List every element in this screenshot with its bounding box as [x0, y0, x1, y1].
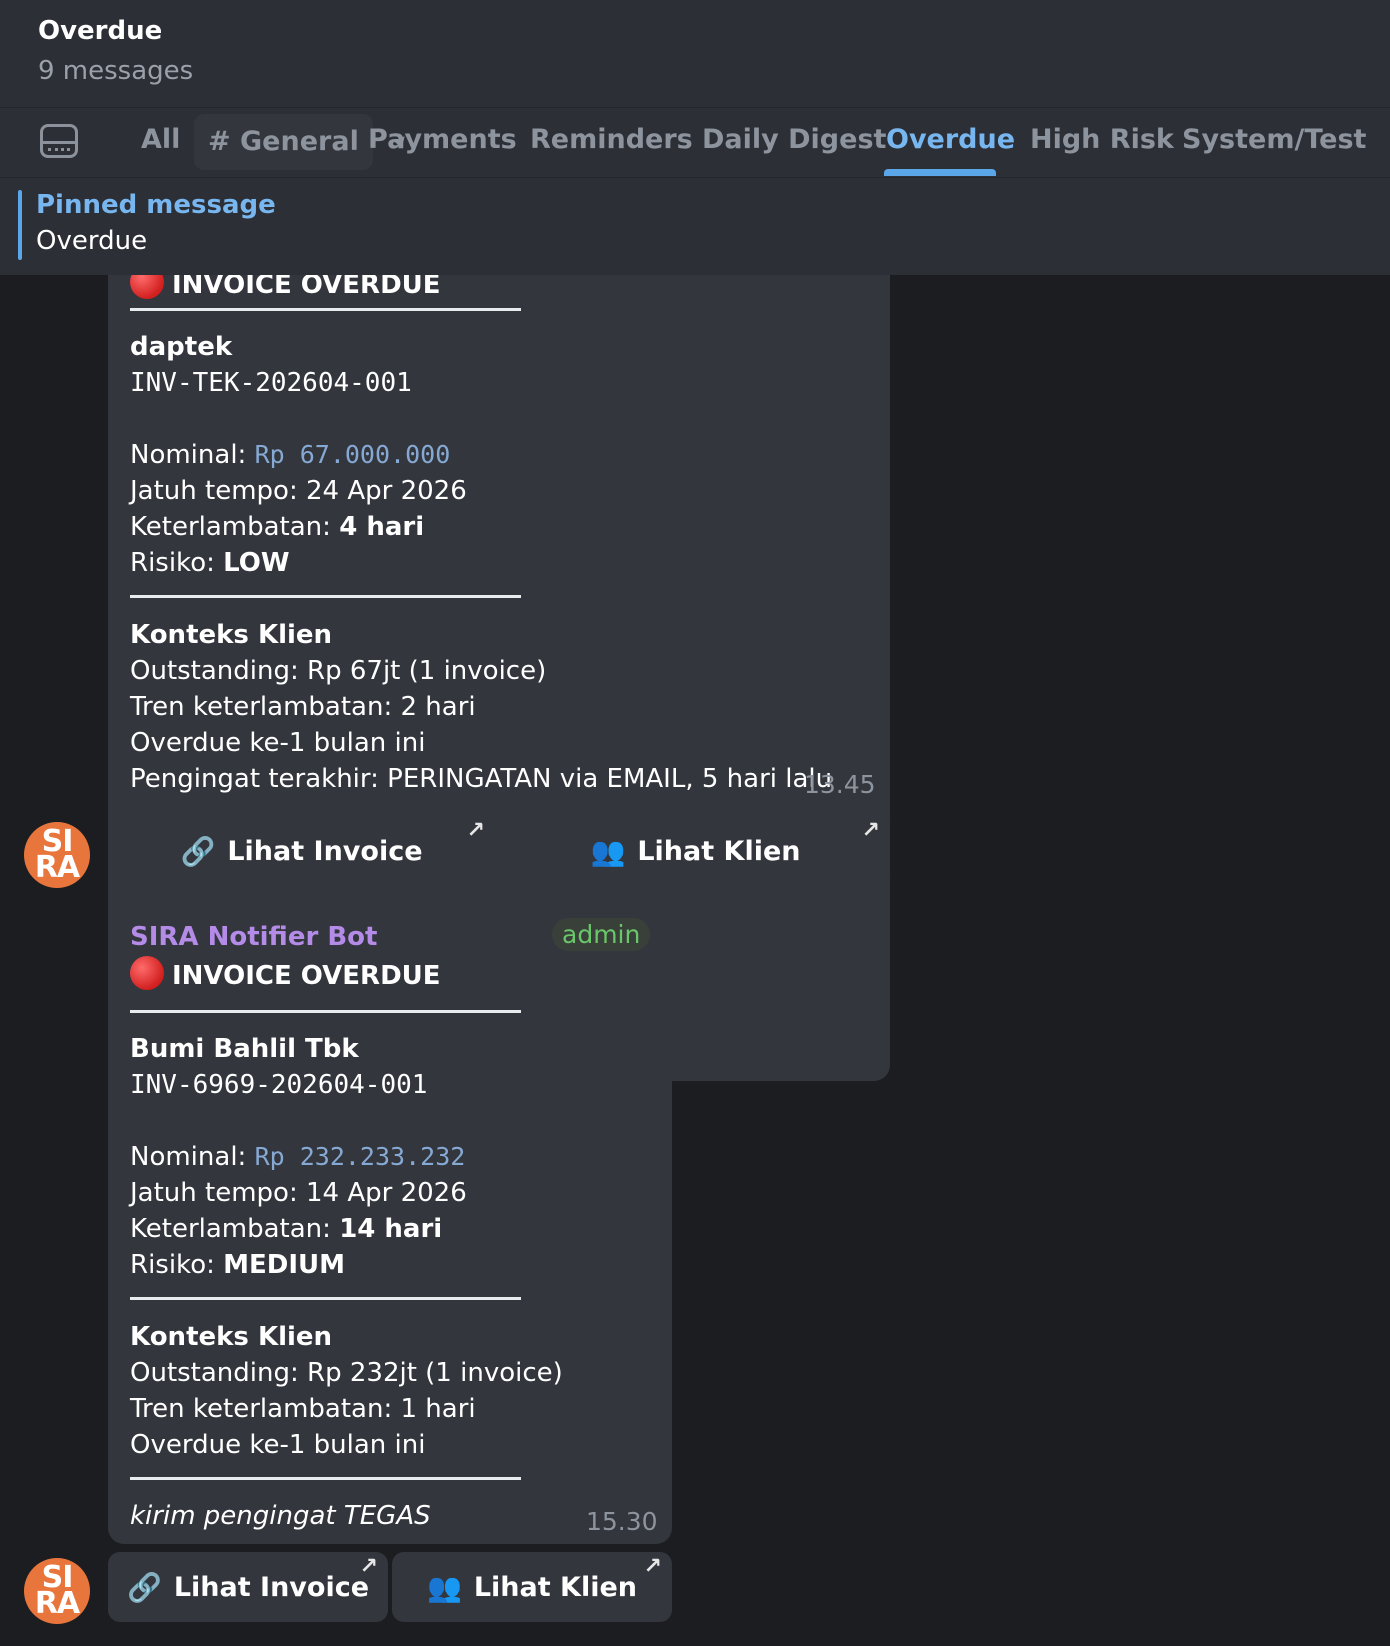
view-invoice-button[interactable]: 🔗 Lihat Invoice ↗ — [108, 1552, 388, 1622]
external-link-icon: ↗ — [359, 1554, 378, 1579]
admin-badge: admin — [552, 918, 651, 951]
divider — [130, 308, 521, 311]
client-name: Bumi Bahlil Tbk — [130, 1034, 359, 1064]
avatar-initials: RA — [34, 850, 80, 885]
link-icon: 🔗 — [126, 1570, 162, 1604]
divider — [130, 595, 521, 598]
avatar[interactable]: SI RA — [24, 822, 90, 888]
trend-row: Tren keterlambatan: 2 hari — [130, 692, 476, 722]
outstanding-row: Outstanding: Rp 232jt (1 invoice) — [130, 1358, 563, 1388]
message-time: 13.45 — [804, 770, 876, 799]
tab-reminders[interactable]: Reminders — [530, 124, 693, 155]
external-link-icon: ↗ — [643, 1554, 662, 1579]
nominal-row: Nominal: Rp 67.000.000 — [130, 440, 451, 470]
message-count: 9 messages — [38, 56, 194, 86]
last-reminder-row: Pengingat terakhir: PERINGATAN via EMAIL… — [130, 764, 833, 794]
divider — [130, 1477, 521, 1480]
external-link-icon: ↗ — [861, 818, 880, 843]
overdue-count-row: Overdue ke-1 bulan ini — [130, 1430, 426, 1460]
tab-general-label: # General — [208, 126, 359, 157]
message-bubble: SIRA Notifier Bot admin INVOICE OVERDUE … — [108, 904, 672, 1544]
view-invoice-button[interactable]: 🔗 Lihat Invoice ↗ — [108, 816, 495, 886]
chat-title: Overdue — [38, 16, 163, 46]
tab-daily-digest[interactable]: Daily Digest — [702, 124, 886, 155]
divider — [130, 1297, 521, 1300]
topic-tabs: All ▲ # General Payments Reminders Daily… — [0, 107, 1390, 177]
link-icon: 🔗 — [180, 834, 216, 868]
outstanding-row: Outstanding: Rp 67jt (1 invoice) — [130, 656, 547, 686]
context-title: Konteks Klien — [130, 1322, 333, 1352]
external-link-icon: ↗ — [466, 818, 485, 843]
nominal-row: Nominal: Rp 232.233.232 — [130, 1142, 466, 1172]
tab-system-test[interactable]: System/Test — [1182, 124, 1366, 155]
chat-header[interactable]: Overdue 9 messages — [0, 0, 1390, 107]
red-circle-icon — [130, 956, 164, 990]
divider — [130, 1010, 521, 1013]
folders-icon[interactable] — [40, 124, 78, 158]
people-icon: 👥 — [426, 1570, 462, 1604]
nominal-value[interactable]: Rp 67.000.000 — [255, 440, 451, 469]
due-date-row: Jatuh tempo: 24 Apr 2026 — [130, 476, 467, 506]
tab-payments[interactable]: Payments — [368, 124, 517, 155]
message-time: 15.30 — [586, 1507, 658, 1536]
delay-row: Keterlambatan: 14 hari — [130, 1214, 443, 1244]
pinned-accent-bar — [18, 190, 22, 260]
view-client-label: Lihat Klien — [637, 835, 801, 867]
message-list[interactable]: INVOICE OVERDUE daptek INV-TEK-202604-00… — [0, 275, 1390, 1646]
message-heading: INVOICE OVERDUE — [130, 956, 441, 991]
people-icon: 👥 — [590, 834, 626, 868]
view-client-label: Lihat Klien — [473, 1571, 638, 1603]
avatar-initials: RA — [34, 1586, 80, 1621]
risk-row: Risiko: MEDIUM — [130, 1250, 345, 1280]
view-client-button[interactable]: 👥 Lihat Klien ↗ — [501, 816, 890, 886]
due-date-row: Jatuh tempo: 14 Apr 2026 — [130, 1178, 467, 1208]
overdue-count-row: Overdue ke-1 bulan ini — [130, 728, 426, 758]
view-invoice-label: Lihat Invoice — [227, 835, 423, 867]
trend-row: Tren keterlambatan: 1 hari — [130, 1394, 476, 1424]
tab-all[interactable]: All — [141, 124, 180, 155]
delay-row: Keterlambatan: 4 hari — [130, 512, 425, 542]
nominal-value[interactable]: Rp 232.233.232 — [255, 1142, 466, 1171]
sender-name[interactable]: SIRA Notifier Bot — [130, 922, 377, 952]
view-client-button[interactable]: 👥 Lihat Klien ↗ — [392, 1552, 672, 1622]
risk-row: Risiko: LOW — [130, 548, 290, 578]
tab-overdue[interactable]: Overdue — [886, 124, 1015, 155]
pinned-text: Overdue — [36, 226, 148, 256]
client-name: daptek — [130, 332, 233, 362]
pinned-label: Pinned message — [36, 190, 276, 220]
invoice-number[interactable]: INV-6969-202604-001 — [130, 1070, 427, 1100]
red-circle-icon — [130, 275, 164, 299]
pinned-message[interactable]: Pinned message Overdue — [0, 177, 1390, 275]
suggestion-text: kirim pengingat TEGAS — [130, 1501, 431, 1531]
active-tab-indicator — [884, 169, 996, 176]
message-heading: INVOICE OVERDUE — [130, 275, 441, 300]
avatar[interactable]: SI RA — [24, 1558, 90, 1624]
tab-high-risk[interactable]: High Risk — [1030, 124, 1174, 155]
context-title: Konteks Klien — [130, 620, 333, 650]
tab-general[interactable]: ▲ # General — [194, 114, 411, 170]
invoice-number[interactable]: INV-TEK-202604-001 — [130, 368, 412, 398]
view-invoice-label: Lihat Invoice — [173, 1571, 370, 1603]
